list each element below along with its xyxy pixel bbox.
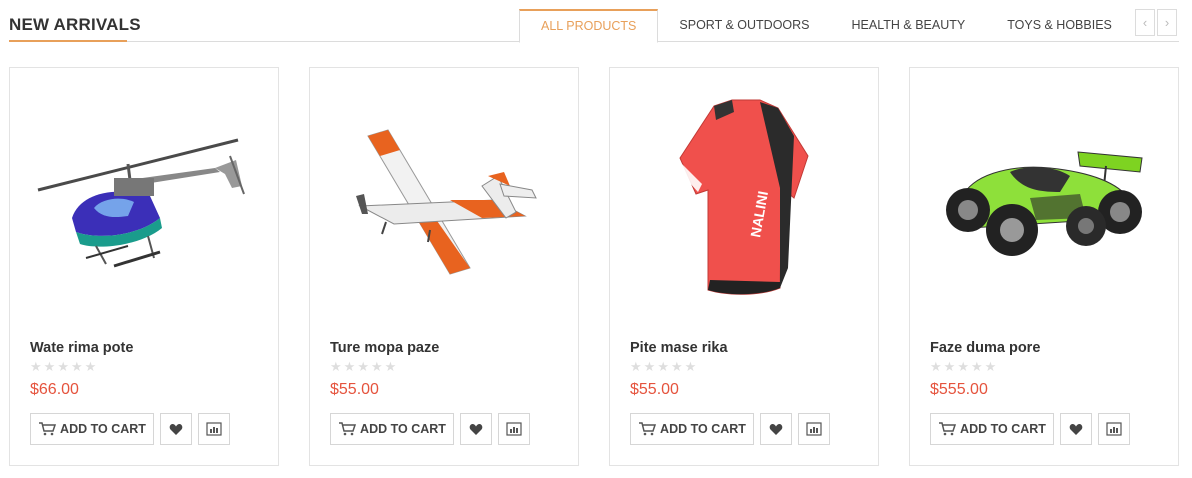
- star-icon: ★: [670, 359, 683, 374]
- chevron-right-icon[interactable]: ›: [1157, 9, 1177, 36]
- star-icon: ★: [943, 359, 956, 374]
- star-icon: ★: [370, 359, 383, 374]
- star-icon: ★: [57, 359, 69, 374]
- cart-icon: [939, 422, 957, 436]
- category-tabs: ALL PRODUCTS SPORT & OUTDOORS HEALTH & B…: [519, 9, 1133, 43]
- cart-icon: [339, 422, 357, 436]
- product-actions: ADD TO CART: [930, 413, 1130, 445]
- star-icon: ★: [643, 359, 656, 374]
- add-to-cart-label: ADD TO CART: [960, 422, 1046, 436]
- compare-button[interactable]: [498, 413, 530, 445]
- compare-icon: [1106, 422, 1122, 436]
- cycling-jersey-image[interactable]: NALINI: [610, 68, 878, 328]
- product-card: Wate rima pote ★ ★ ★ ★ ★ $66.00 ADD TO CART: [9, 67, 279, 466]
- compare-icon: [806, 422, 822, 436]
- add-to-cart-button[interactable]: ADD TO CART: [930, 413, 1054, 445]
- rating-stars: ★ ★ ★ ★ ★: [930, 360, 996, 374]
- product-name[interactable]: Ture mopa paze: [330, 340, 439, 356]
- product-actions: ADD TO CART: [30, 413, 230, 445]
- tab-all-products[interactable]: ALL PRODUCTS: [519, 9, 659, 43]
- add-to-cart-button[interactable]: ADD TO CART: [30, 413, 154, 445]
- star-icon: ★: [30, 359, 42, 374]
- product-card: NALINI Pite mase rika ★ ★ ★ ★ ★ $55.00 ADD T…: [609, 67, 879, 466]
- product-name[interactable]: Pite mase rika: [630, 340, 728, 356]
- wishlist-button[interactable]: [1060, 413, 1092, 445]
- tab-sport-outdoors[interactable]: SPORT & OUTDOORS: [658, 9, 830, 43]
- tab-toys-hobbies[interactable]: TOYS & HOBBIES: [986, 9, 1133, 43]
- star-icon: ★: [357, 359, 369, 374]
- star-icon: ★: [343, 359, 356, 374]
- title-underline: [9, 40, 127, 42]
- star-icon: ★: [957, 359, 969, 374]
- star-icon: ★: [970, 359, 983, 374]
- rating-stars: ★ ★ ★ ★ ★: [330, 360, 396, 374]
- rating-stars: ★ ★ ★ ★ ★: [30, 360, 96, 374]
- product-price: $66.00: [30, 381, 79, 398]
- product-price: $555.00: [930, 381, 988, 398]
- wishlist-button[interactable]: [760, 413, 792, 445]
- heart-icon: [469, 423, 483, 435]
- airplane-image[interactable]: [310, 68, 578, 328]
- add-to-cart-button[interactable]: ADD TO CART: [630, 413, 754, 445]
- star-icon: ★: [43, 359, 56, 374]
- star-icon: ★: [70, 359, 83, 374]
- heart-icon: [769, 423, 783, 435]
- star-icon: ★: [84, 359, 97, 374]
- add-to-cart-label: ADD TO CART: [360, 422, 446, 436]
- carousel-nav: ‹ ›: [1135, 9, 1177, 36]
- star-icon: ★: [330, 359, 342, 374]
- product-price: $55.00: [330, 381, 379, 398]
- star-icon: ★: [930, 359, 942, 374]
- product-actions: ADD TO CART: [630, 413, 830, 445]
- compare-icon: [206, 422, 222, 436]
- tab-health-beauty[interactable]: HEALTH & BEAUTY: [831, 9, 987, 43]
- rc-car-image[interactable]: [910, 68, 1178, 328]
- wishlist-button[interactable]: [460, 413, 492, 445]
- star-icon: ★: [384, 359, 397, 374]
- heart-icon: [169, 423, 183, 435]
- product-actions: ADD TO CART: [330, 413, 530, 445]
- product-name[interactable]: Wate rima pote: [30, 340, 133, 356]
- star-icon: ★: [684, 359, 697, 374]
- add-to-cart-label: ADD TO CART: [660, 422, 746, 436]
- compare-button[interactable]: [1098, 413, 1130, 445]
- add-to-cart-label: ADD TO CART: [60, 422, 146, 436]
- compare-button[interactable]: [798, 413, 830, 445]
- rating-stars: ★ ★ ★ ★ ★: [630, 360, 696, 374]
- heart-icon: [1069, 423, 1083, 435]
- product-card: Ture mopa paze ★ ★ ★ ★ ★ $55.00 ADD TO CART: [309, 67, 579, 466]
- compare-icon: [506, 422, 522, 436]
- chevron-left-icon[interactable]: ‹: [1135, 9, 1155, 36]
- cart-icon: [39, 422, 57, 436]
- cart-icon: [639, 422, 657, 436]
- star-icon: ★: [630, 359, 642, 374]
- section-title: NEW ARRIVALS: [9, 15, 141, 34]
- product-card: Faze duma pore ★ ★ ★ ★ ★ $555.00 ADD TO CART: [909, 67, 1179, 466]
- product-price: $55.00: [630, 381, 679, 398]
- compare-button[interactable]: [198, 413, 230, 445]
- product-name[interactable]: Faze duma pore: [930, 340, 1040, 356]
- star-icon: ★: [657, 359, 669, 374]
- wishlist-button[interactable]: [160, 413, 192, 445]
- helicopter-image[interactable]: [10, 68, 278, 328]
- star-icon: ★: [984, 359, 997, 374]
- add-to-cart-button[interactable]: ADD TO CART: [330, 413, 454, 445]
